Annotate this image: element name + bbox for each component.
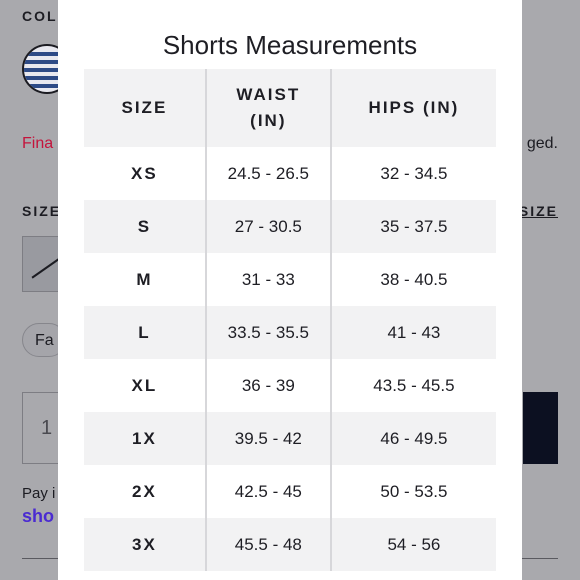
size-cell: M (84, 253, 207, 306)
thumb-line-graphic (31, 257, 61, 279)
hips-cell: 54 - 56 (330, 518, 496, 571)
final-sale-text: Fina (22, 135, 54, 152)
hips-cell: 35 - 37.5 (330, 200, 496, 253)
hips-cell: 38 - 40.5 (330, 253, 496, 306)
exchange-policy-text: ged. (526, 135, 558, 152)
table-row: 1X 39.5 - 42 46 - 49.5 (84, 412, 496, 465)
size-cell: 3X (84, 518, 207, 571)
waist-cell: 45.5 - 48 (205, 518, 332, 571)
table-header-row: SIZE WAIST (IN) HIPS (IN) (84, 69, 496, 147)
waist-cell: 36 - 39 (205, 359, 332, 412)
waist-cell: 33.5 - 35.5 (205, 306, 332, 359)
add-to-cart-button[interactable] (523, 392, 558, 464)
table-row: L 33.5 - 35.5 41 - 43 (84, 306, 496, 359)
size-cell: L (84, 306, 207, 359)
color-label: COL (22, 8, 58, 24)
shop-pay-logo: sho (22, 506, 55, 526)
size-chart-modal: Shorts Measurements SIZE WAIST (IN) HIPS… (58, 0, 522, 580)
size-cell: XL (84, 359, 207, 412)
table-row: 3X 45.5 - 48 54 - 56 (84, 518, 496, 571)
hips-cell: 50 - 53.5 (330, 465, 496, 518)
waist-cell: 27 - 30.5 (205, 200, 332, 253)
header-size: SIZE (84, 69, 207, 147)
size-cell: 1X (84, 412, 207, 465)
modal-title: Shorts Measurements (162, 30, 418, 60)
hips-cell: 32 - 34.5 (330, 147, 496, 200)
header-waist-line1: WAIST (236, 85, 301, 104)
size-cell: S (84, 200, 207, 253)
header-waist-line2: (IN) (250, 111, 287, 130)
pay-installments-text: Pay i (22, 485, 56, 502)
header-hips: HIPS (IN) (330, 69, 496, 147)
hips-cell: 46 - 49.5 (330, 412, 496, 465)
waist-cell: 24.5 - 26.5 (205, 147, 332, 200)
table-row: M 31 - 33 38 - 40.5 (84, 253, 496, 306)
size-chart-table: SIZE WAIST (IN) HIPS (IN) XS 24.5 - 26.5… (84, 69, 496, 571)
size-cell: 2X (84, 465, 207, 518)
hips-cell: 43.5 - 45.5 (330, 359, 496, 412)
header-waist: WAIST (IN) (205, 69, 332, 147)
table-row: S 27 - 30.5 35 - 37.5 (84, 200, 496, 253)
size-label: SIZE (22, 203, 62, 219)
table-row: XS 24.5 - 26.5 32 - 34.5 (84, 147, 496, 200)
size-guide-link[interactable]: SIZE (519, 203, 558, 219)
quantity-field[interactable]: 1 (22, 392, 62, 464)
table-row: XL 36 - 39 43.5 - 45.5 (84, 359, 496, 412)
table-row: 2X 42.5 - 45 50 - 53.5 (84, 465, 496, 518)
size-cell: XS (84, 147, 207, 200)
waist-cell: 39.5 - 42 (205, 412, 332, 465)
waist-cell: 31 - 33 (205, 253, 332, 306)
waist-cell: 42.5 - 45 (205, 465, 332, 518)
hips-cell: 41 - 43 (330, 306, 496, 359)
